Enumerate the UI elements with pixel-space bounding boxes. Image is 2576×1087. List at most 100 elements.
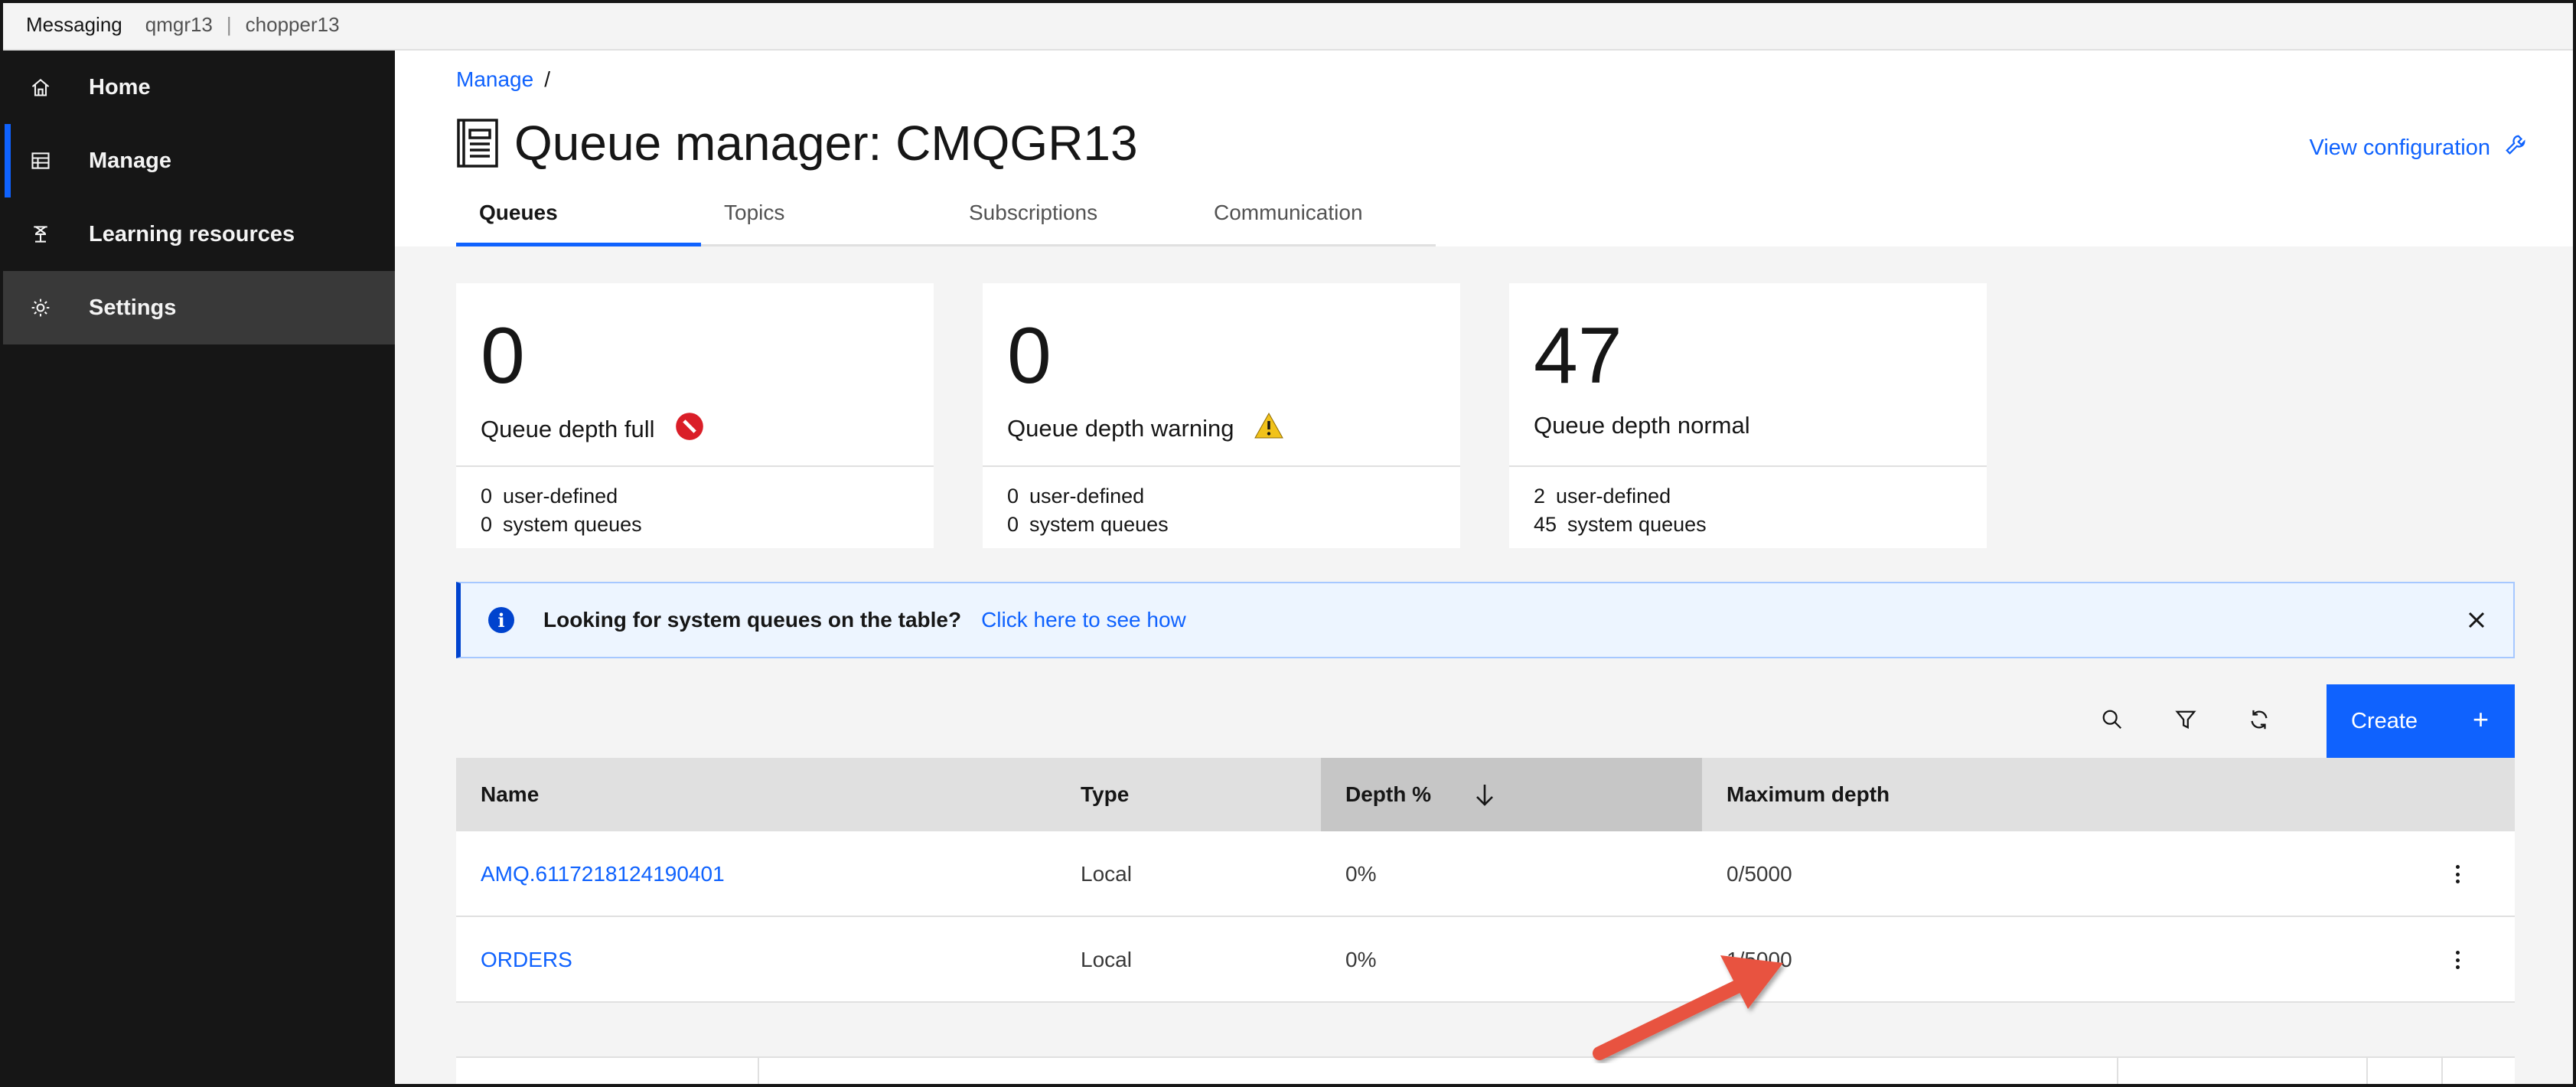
page-count: of 1 pages — [2239, 1058, 2340, 1087]
tile-label: Queue depth warning — [1007, 412, 1284, 446]
overflow-menu-icon[interactable] — [2446, 862, 2469, 886]
column-header-depth[interactable]: Depth % — [1321, 758, 1702, 831]
items-range: 1-2 of 2 items — [781, 1058, 911, 1087]
user-defined-count: 0 — [1007, 485, 1019, 508]
sidebar-item-label: Home — [89, 74, 151, 100]
wrench-icon — [2504, 133, 2527, 162]
tab-topics[interactable]: Topics — [701, 201, 946, 246]
user-defined-label: user-defined — [503, 485, 618, 508]
tile-label-text: Queue depth normal — [1534, 412, 1750, 439]
create-button[interactable]: Create + — [2327, 684, 2515, 758]
tile-queue-depth-normal: 47 Queue depth normal 2 user-defined 45 sy… — [1509, 283, 1987, 548]
page-title-text: Queue manager: CMQGR13 — [514, 116, 1138, 171]
gear-icon — [29, 296, 52, 319]
tile-label: Queue depth normal — [1534, 412, 1750, 439]
learning-icon — [29, 223, 52, 246]
tile-queue-depth-full: 0 Queue depth full 0 user-defined 0 system… — [456, 283, 934, 548]
tile-label-text: Queue depth warning — [1007, 415, 1234, 442]
column-header-depth-label: Depth % — [1345, 782, 1431, 806]
cell-name: ORDERS — [456, 917, 572, 1003]
page-title: Queue manager: CMQGR13 — [456, 115, 1138, 171]
host-name: chopper13 — [245, 12, 340, 36]
system-queues-count: 0 — [481, 513, 493, 536]
home-icon — [29, 76, 52, 99]
breadcrumb-manage-link[interactable]: Manage — [456, 67, 533, 92]
system-queues-count: 45 — [1534, 513, 1557, 536]
table-toolbar: Create + — [456, 684, 2515, 758]
user-defined-count: 0 — [481, 485, 493, 508]
close-icon[interactable] — [2463, 606, 2490, 634]
info-icon: i — [488, 607, 514, 633]
system-queues-label: system queues — [503, 513, 642, 536]
notification-link[interactable]: Click here to see how — [981, 608, 1186, 632]
create-button-label: Create — [2351, 708, 2418, 733]
breadcrumb: Manage / — [456, 67, 550, 92]
header-separator: | — [226, 12, 232, 36]
system-queues-label: system queues — [1567, 513, 1707, 536]
tile-value: 0 — [481, 312, 525, 400]
previous-page-button[interactable] — [2368, 1058, 2441, 1087]
tile-divider — [1509, 465, 1987, 467]
app-name[interactable]: Messaging — [26, 13, 122, 37]
tab-list: Queues Topics Subscriptions Communicatio… — [456, 201, 1436, 246]
search-icon — [2101, 708, 2124, 735]
column-header-type[interactable]: Type — [1056, 758, 1321, 831]
filter-button[interactable] — [2149, 684, 2222, 758]
tile-breakdown: 0 user-defined 0 system queues — [1007, 482, 1169, 539]
sidebar-item-label: Settings — [89, 295, 177, 320]
sidebar-item-learning-resources[interactable]: Learning resources — [0, 197, 395, 271]
cell-depth: 0% — [1345, 862, 1377, 886]
tab-subscriptions[interactable]: Subscriptions — [946, 201, 1191, 246]
tile-queue-depth-warning: 0 Queue depth warning 0 user-defined 0 sys… — [983, 283, 1460, 548]
top-header: Messaging qmgr13 | chopper13 — [0, 0, 2576, 51]
warning-icon — [1254, 412, 1284, 446]
cell-maximum-depth: 1/5000 — [1727, 948, 1792, 971]
table-row: ORDERS Local 0% 1/5000 — [456, 917, 2515, 1003]
cell-name: AMQ.6117218124190401 — [456, 831, 725, 917]
qmgr-name: qmgr13 — [145, 12, 213, 36]
tile-value: 47 — [1534, 312, 1622, 400]
cell-type: Local — [1081, 862, 1132, 886]
page-header: Manage / Queue manager: CMQGR13 View con… — [395, 51, 2576, 246]
tile-label-text: Queue depth full — [481, 416, 655, 442]
search-button[interactable] — [2075, 684, 2149, 758]
tile-breakdown: 0 user-defined 0 system queues — [481, 482, 642, 539]
queue-link[interactable]: AMQ.6117218124190401 — [481, 862, 725, 886]
pager-divider — [758, 1058, 759, 1087]
overflow-menu-icon[interactable] — [2446, 948, 2469, 972]
chevron-down-icon — [2180, 1084, 2199, 1087]
refresh-button[interactable] — [2222, 684, 2296, 758]
tab-queues[interactable]: Queues — [456, 201, 701, 246]
table-header: Name Type Depth % Maximum depth — [456, 758, 2515, 831]
queue-manager-icon — [456, 118, 499, 168]
sidebar-item-manage[interactable]: Manage — [0, 124, 395, 197]
queues-table: Name Type Depth % Maximum depth AMQ.6117… — [456, 758, 2515, 1003]
page-value: 1 — [2149, 1084, 2161, 1087]
filter-icon — [2174, 708, 2197, 735]
page-select[interactable]: 1 — [2149, 1058, 2199, 1087]
system-queues-label: system queues — [1029, 513, 1169, 536]
table-row: AMQ.6117218124190401 Local 0% 0/5000 — [456, 831, 2515, 917]
table-icon — [29, 149, 52, 172]
cell-type: Local — [1081, 948, 1132, 971]
sidebar-item-label: Learning resources — [89, 221, 295, 246]
next-page-button[interactable] — [2443, 1058, 2515, 1087]
cell-maximum-depth: 0/5000 — [1727, 862, 1792, 886]
user-defined-count: 2 — [1534, 485, 1546, 508]
sidebar: Home Manage Learning resources Settings — [0, 51, 395, 1087]
tab-communication[interactable]: Communication — [1191, 201, 1436, 246]
column-header-maximum-depth[interactable]: Maximum depth — [1702, 758, 2515, 831]
system-queues-count: 0 — [1007, 513, 1019, 536]
tile-breakdown: 2 user-defined 45 system queues — [1534, 482, 1707, 539]
tile-value: 0 — [1007, 312, 1052, 400]
tile-label: Queue depth full — [481, 412, 704, 447]
sidebar-item-settings[interactable]: Settings — [0, 271, 395, 344]
error-icon — [675, 412, 704, 447]
queue-link[interactable]: ORDERS — [481, 948, 572, 972]
column-header-name[interactable]: Name — [456, 758, 1056, 831]
view-configuration-link[interactable]: View configuration — [2310, 133, 2527, 162]
sidebar-item-home[interactable]: Home — [0, 51, 395, 124]
tile-divider — [983, 465, 1460, 467]
items-per-page-value: 10 — [729, 1084, 752, 1087]
caret-right-icon — [2473, 1084, 2484, 1087]
